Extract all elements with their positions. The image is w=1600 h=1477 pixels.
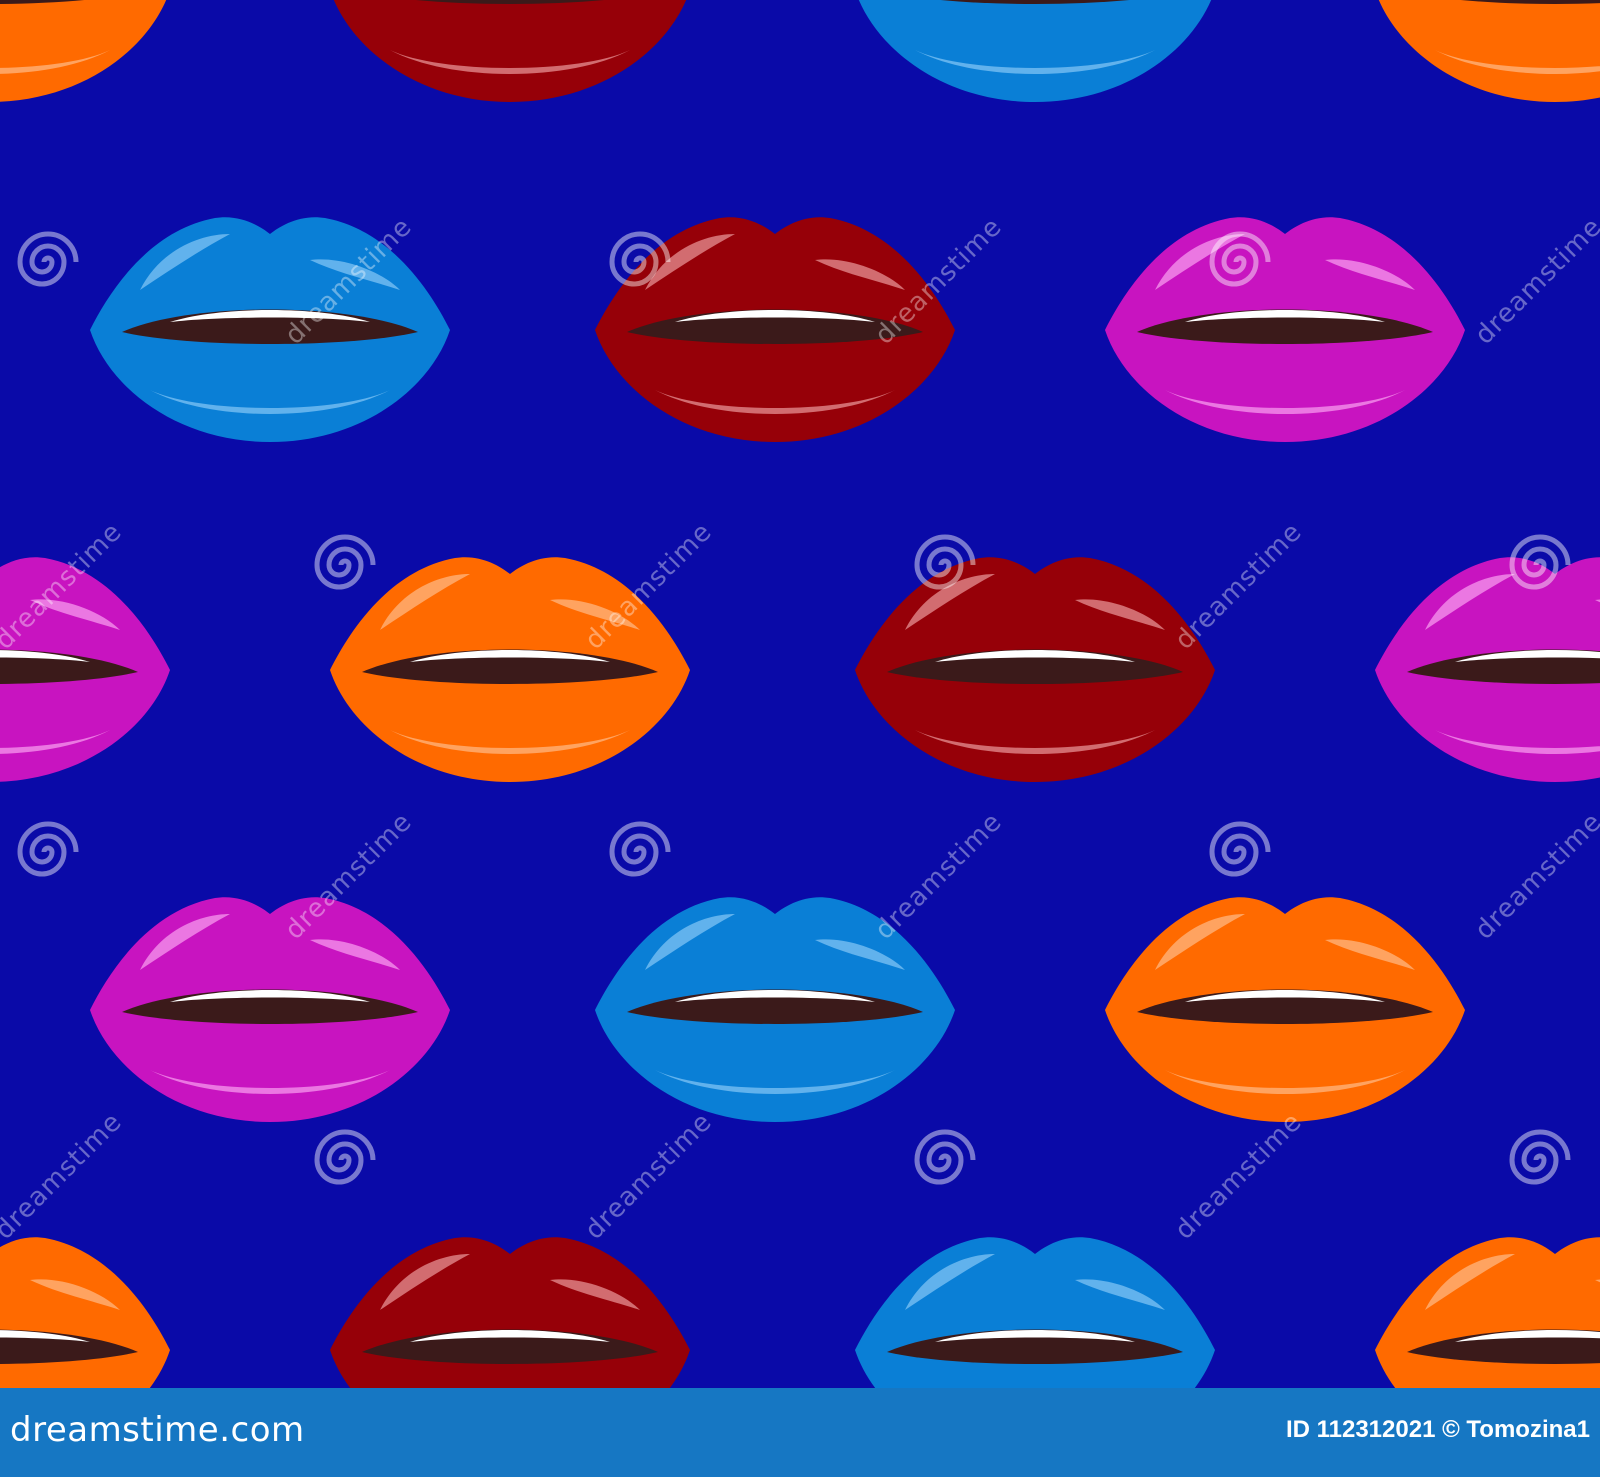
footer-bar: dreamstime.com ID 112312021 © Tomozina1 [0, 1388, 1600, 1477]
background [0, 0, 1600, 1388]
footer-logo[interactable]: dreamstime.com [10, 1410, 305, 1450]
footer-credit: ID 112312021 © Tomozina1 [1285, 1416, 1590, 1443]
lips-pattern [0, 0, 1600, 1388]
stock-image: dreamstime dreamstime dreamstime dreamstime… [0, 0, 1600, 1477]
